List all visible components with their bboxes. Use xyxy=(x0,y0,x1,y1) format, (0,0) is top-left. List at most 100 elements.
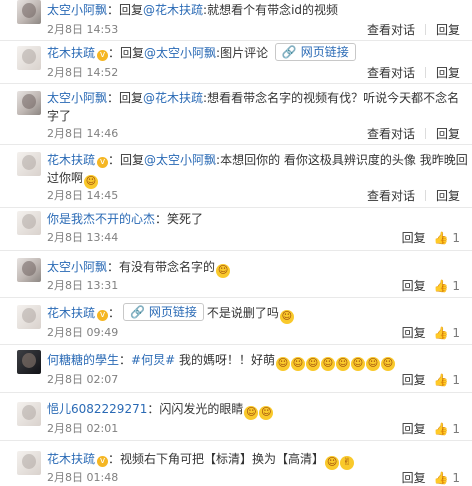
comment-actions: 查看对话 回复 xyxy=(367,65,460,81)
smiley-emoji-icon: ☺ xyxy=(306,357,320,371)
thumbs-up-icon: 👍 xyxy=(433,471,449,485)
comment-text: 不是说删了吗 xyxy=(206,306,279,320)
web-link-button[interactable]: 🔗 网页链接 xyxy=(123,303,204,321)
smiley-emoji-icon: ☺ xyxy=(336,357,350,371)
avatar[interactable] xyxy=(17,451,41,475)
avatar[interactable] xyxy=(17,211,41,235)
like-count: 1 xyxy=(452,471,460,485)
comment-body: 何糖糖的學生：#何炅# 我的媽呀！！好萌 ☺ ☺ ☺ ☺ ☺ ☺ ☺ ☺ xyxy=(47,353,395,371)
comment-body: 太空小阿飘：回复@花木扶疏:想看看带念名字的视频有伐？听说今天都不念名 xyxy=(47,88,459,108)
reply-link[interactable]: 回复 xyxy=(402,279,426,293)
reply-link[interactable]: 回复 xyxy=(436,23,460,37)
mention-link[interactable]: @太空小阿飘 xyxy=(144,46,216,60)
like-button[interactable]: 👍 1 xyxy=(434,471,460,485)
comment-text: 我的媽呀！！好萌 xyxy=(178,353,275,367)
reply-link[interactable]: 回复 xyxy=(402,231,426,245)
web-link-button[interactable]: 🔗 网页链接 xyxy=(274,43,356,61)
username-link[interactable]: 花木扶疏 xyxy=(47,452,95,466)
smiley-emoji-icon: ☺ xyxy=(366,357,380,371)
comment-text: ：有没有带念名字的 xyxy=(107,260,216,274)
mention-link[interactable]: @花木扶疏 xyxy=(143,91,203,105)
comment-item: 花木扶疏 v ：视频右下角可把【标清】换为【高清】 ☺ ✌ 2月8日 01:48 回复 👍… xyxy=(0,440,472,485)
username-link[interactable]: 花木扶疏 xyxy=(47,46,95,60)
smiley-emoji-icon: ☺ xyxy=(381,357,395,371)
view-conversation-link[interactable]: 查看对话 xyxy=(367,23,415,37)
reply-link[interactable]: 回复 xyxy=(402,326,426,340)
avatar[interactable] xyxy=(17,152,41,176)
reply-link[interactable]: 回复 xyxy=(436,189,460,203)
avatar[interactable] xyxy=(17,305,41,329)
smiley-emoji-icon: ☺ xyxy=(321,357,335,371)
like-count: 1 xyxy=(452,326,460,340)
comment-actions: 回复 👍 1 xyxy=(402,470,460,486)
view-conversation-link[interactable]: 查看对话 xyxy=(367,127,415,141)
link-icon: 🔗 xyxy=(130,305,145,319)
mention-link[interactable]: @花木扶疏 xyxy=(143,3,203,17)
smiley-emoji-icon: ☺ xyxy=(276,357,290,371)
reply-link[interactable]: 回复 xyxy=(402,373,426,387)
timestamp: 2月8日 13:31 xyxy=(47,279,119,292)
avatar[interactable] xyxy=(17,91,41,115)
like-count: 1 xyxy=(452,231,460,245)
hashtag-link[interactable]: #何炅# xyxy=(131,353,175,367)
comment-actions: 回复 👍 1 xyxy=(402,421,460,437)
username-link[interactable]: 太空小阿飘 xyxy=(47,91,107,105)
comment-body: 花木扶疏 v ：回复@太空小阿飘:本想回你的 看你这极具辨识度的头像 我昨晚回 xyxy=(47,150,468,170)
mention-link[interactable]: @太空小阿飘 xyxy=(144,153,216,167)
comment-text-continued: 字了 xyxy=(47,109,72,123)
smiley-emoji-icon: ☺ xyxy=(325,456,340,470)
username-link[interactable]: 花木扶疏 xyxy=(47,306,95,320)
username-link[interactable]: 何糖糖的學生 xyxy=(47,353,119,367)
reply-link[interactable]: 回复 xyxy=(402,422,426,436)
like-button[interactable]: 👍 1 xyxy=(434,326,460,340)
comment-item: 太空小阿飘：回复@花木扶疏:想看看带念名字的视频有伐？听说今天都不念名 字了 2… xyxy=(0,83,472,145)
smiley-emoji-icon: ☺ xyxy=(244,406,259,420)
like-count: 1 xyxy=(452,279,460,293)
username-link[interactable]: 太空小阿飘 xyxy=(47,3,107,17)
comment-item: 悒儿6082229271：闪闪发光的眼睛 ☺ ☺ 2月8日 02:01 回复 👍 1 xyxy=(0,392,472,441)
avatar[interactable] xyxy=(17,350,41,374)
like-button[interactable]: 👍 1 xyxy=(434,279,460,293)
comment-text: ：回复 xyxy=(108,153,145,167)
avatar[interactable] xyxy=(17,402,41,426)
timestamp: 2月8日 09:49 xyxy=(47,326,119,339)
smiley-emoji-icon: ☺ xyxy=(216,264,231,278)
comment-actions: 查看对话 回复 xyxy=(367,188,460,204)
comment-body: 悒儿6082229271：闪闪发光的眼睛 ☺ ☺ xyxy=(47,399,274,420)
comment-item: 何糖糖的學生：#何炅# 我的媽呀！！好萌 ☺ ☺ ☺ ☺ ☺ ☺ ☺ ☺ 2月8日 02:07 … xyxy=(0,344,472,393)
thumbs-up-icon: 👍 xyxy=(433,326,449,340)
comment-actions: 回复 👍 1 xyxy=(402,372,460,388)
link-icon: 🔗 xyxy=(281,45,297,59)
thumbs-up-icon: 👍 xyxy=(433,231,449,245)
view-conversation-link[interactable]: 查看对话 xyxy=(367,189,415,203)
avatar[interactable] xyxy=(17,46,41,70)
comment-body: 你是我杰不开的心杰：笑死了 xyxy=(47,209,203,229)
avatar[interactable] xyxy=(17,258,41,282)
like-button[interactable]: 👍 1 xyxy=(434,422,460,436)
comment-text: :就想看个有带念id的视频 xyxy=(203,3,339,17)
smiley-emoji-icon: ☺ xyxy=(291,357,305,371)
username-link[interactable]: 悒儿6082229271 xyxy=(47,402,147,416)
thumbs-up-icon: 👍 xyxy=(433,373,449,387)
like-button[interactable]: 👍 1 xyxy=(434,373,460,387)
username-link[interactable]: 花木扶疏 xyxy=(47,153,95,167)
timestamp: 2月8日 02:07 xyxy=(47,373,119,386)
comment-body: 太空小阿飘：回复@花木扶疏:就想看个有带念id的视频 xyxy=(47,0,338,20)
view-conversation-link[interactable]: 查看对话 xyxy=(367,66,415,80)
like-button[interactable]: 👍 1 xyxy=(434,231,460,245)
smiley-emoji-icon: ☺ xyxy=(351,357,365,371)
reply-link[interactable]: 回复 xyxy=(402,471,426,485)
v-badge-icon: v xyxy=(97,50,109,61)
username-link[interactable]: 你是我杰不开的心杰 xyxy=(47,212,155,226)
reply-link[interactable]: 回复 xyxy=(436,127,460,141)
timestamp: 2月8日 02:01 xyxy=(47,422,119,435)
timestamp: 2月8日 14:46 xyxy=(47,127,119,140)
comment-text: ：视频右下角可把【标清】换为【高清】 xyxy=(108,452,325,466)
reply-link[interactable]: 回复 xyxy=(436,66,460,80)
smiley-emoji-icon: ☺ xyxy=(279,310,294,324)
avatar[interactable] xyxy=(17,0,41,24)
username-link[interactable]: 太空小阿飘 xyxy=(47,260,107,274)
comment-item: 花木扶疏 v： 🔗 网页链接 不是说删了吗 ☺ 2月8日 09:49 回复 👍 1 xyxy=(0,297,472,345)
like-count: 1 xyxy=(452,422,460,436)
v-badge-icon: v xyxy=(97,157,109,168)
